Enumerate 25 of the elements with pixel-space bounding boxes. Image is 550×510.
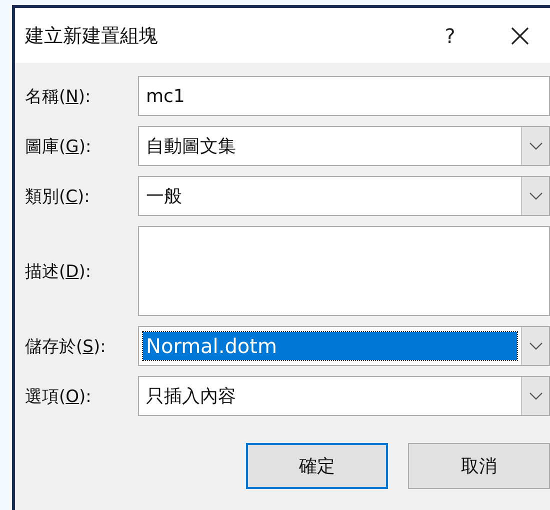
- dialog-button[interactable]: 取消: [408, 443, 550, 489]
- close-icon: [510, 26, 530, 46]
- description-field[interactable]: [138, 226, 550, 316]
- field-label: 儲存於(S):: [25, 336, 107, 358]
- dropdown-button[interactable]: [521, 127, 549, 165]
- field-label: 描述(D):: [25, 260, 92, 282]
- field-label: 圖庫(G):: [25, 136, 92, 158]
- dialog-button[interactable]: 確定: [246, 443, 388, 489]
- dropdown-button[interactable]: [521, 377, 549, 415]
- dropdown-field[interactable]: 只插入內容: [138, 376, 550, 416]
- name-field[interactable]: mc1: [138, 76, 550, 116]
- field-label: 選項(O):: [25, 386, 92, 408]
- field-label: 類別(C):: [25, 186, 91, 208]
- chevron-down-icon: [528, 392, 542, 400]
- dropdown-button[interactable]: [521, 177, 549, 215]
- chevron-down-icon: [528, 342, 542, 350]
- help-button[interactable]: ?: [420, 22, 480, 48]
- chevron-down-icon: [528, 142, 542, 150]
- dropdown-field[interactable]: 自動圖文集: [138, 126, 550, 166]
- chevron-down-icon: [528, 192, 542, 200]
- window-title: 建立新建置組塊: [25, 24, 159, 48]
- dropdown-field[interactable]: 一般: [138, 176, 550, 216]
- dropdown-field[interactable]: Normal.dotm: [138, 326, 550, 366]
- field-label: 名稱(N):: [25, 86, 92, 108]
- dropdown-button[interactable]: [521, 327, 549, 365]
